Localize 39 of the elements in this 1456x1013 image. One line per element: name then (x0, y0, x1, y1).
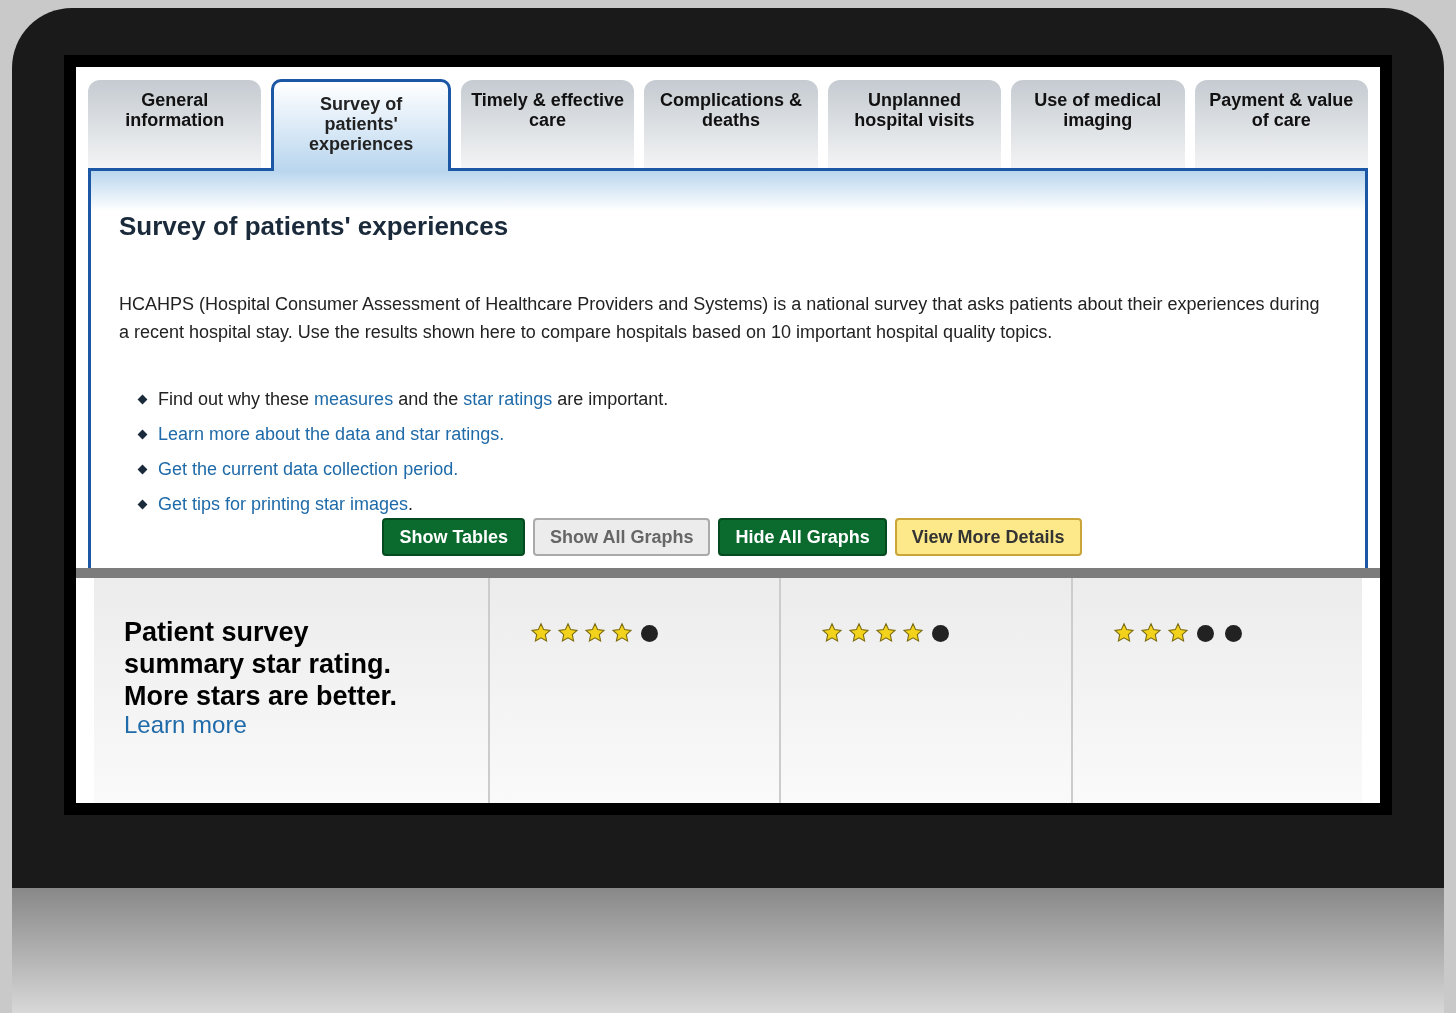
link[interactable]: Get the current data collection period. (158, 459, 459, 479)
star-icon (848, 622, 871, 644)
link[interactable]: measures (314, 389, 394, 409)
tab[interactable]: Use of medical imaging (1011, 80, 1185, 168)
section-heading: Survey of patients' experiences (119, 210, 510, 243)
learn-more-link[interactable]: Learn more (124, 712, 247, 738)
bullet-text: Find out why these (158, 389, 311, 409)
bullet-text: are important. (556, 389, 669, 409)
tab[interactable]: Survey of patients' experiences (271, 79, 451, 171)
link[interactable]: Get tips for printing star images (158, 494, 409, 514)
link[interactable]: Learn more about the data and star ratings. (158, 424, 505, 444)
action-button[interactable]: Hide All Graphs (718, 518, 887, 556)
star-icon (902, 622, 925, 644)
action-button[interactable]: Show All Graphs (533, 518, 711, 556)
star-icon (821, 622, 844, 644)
star-icon (875, 622, 898, 644)
tab[interactable]: Complications & deaths (644, 80, 818, 168)
link[interactable]: star ratings (463, 389, 553, 409)
tab[interactable]: Unplanned hospital visits (827, 80, 1002, 168)
tab[interactable]: Payment & value of care (1194, 80, 1368, 168)
star-icon (611, 622, 633, 644)
star-icon (530, 622, 552, 644)
bullet-text: and the (397, 389, 460, 409)
star-icon (1166, 622, 1189, 644)
star-icon (1112, 622, 1135, 644)
action-button[interactable]: View More Details (894, 518, 1082, 556)
tab[interactable]: General information (88, 80, 262, 168)
star-icon (1139, 622, 1162, 644)
action-button[interactable]: Show Tables (382, 518, 526, 556)
rating-label: Patient survey summary star rating. More stars are better. (124, 616, 399, 712)
bullet-icon (137, 394, 148, 405)
bullet-icon (137, 464, 148, 475)
tab[interactable]: Timely & effective care (460, 80, 635, 168)
star-icon (557, 622, 579, 644)
intro-paragraph: HCAHPS (Hospital Consumer Assessment of Healthcare Providers and Systems) is a national survey that asks patients about their experiences during a recent hospital stay. Use the results shown here to compare hospitals based on 10 important hospital quality topics. (119, 293, 1321, 344)
bullet-text: . (408, 494, 414, 514)
star-icon (584, 622, 606, 644)
bullet-icon (137, 429, 148, 440)
bullet-icon (137, 499, 148, 510)
